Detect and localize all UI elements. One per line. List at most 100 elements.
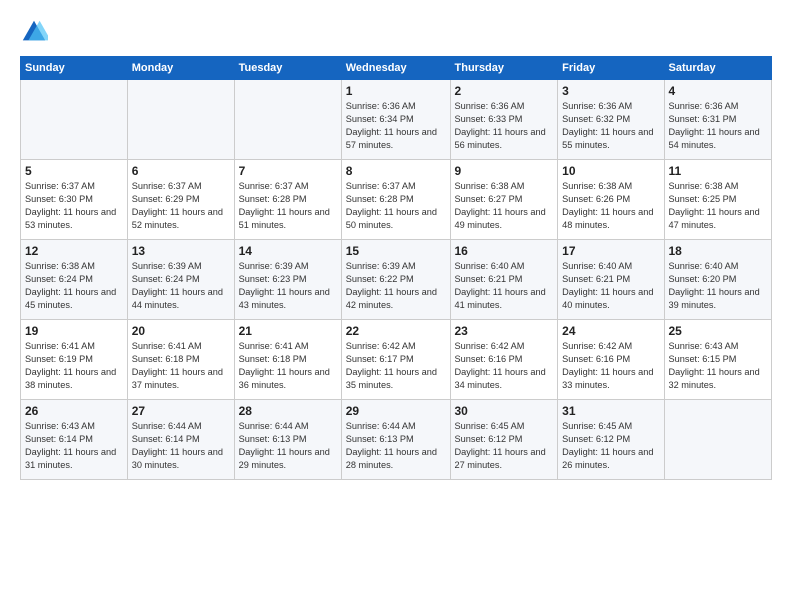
day-number: 19 [25, 324, 123, 338]
calendar-table: SundayMondayTuesdayWednesdayThursdayFrid… [20, 56, 772, 480]
calendar-cell: 29 Sunrise: 6:44 AM Sunset: 6:13 PM Dayl… [341, 400, 450, 480]
day-number: 23 [455, 324, 554, 338]
day-number: 28 [239, 404, 337, 418]
day-number: 27 [132, 404, 230, 418]
day-info: Sunrise: 6:38 AM Sunset: 6:24 PM Dayligh… [25, 260, 123, 312]
weekday-header: Friday [558, 57, 664, 80]
day-info: Sunrise: 6:45 AM Sunset: 6:12 PM Dayligh… [562, 420, 659, 472]
day-info: Sunrise: 6:36 AM Sunset: 6:34 PM Dayligh… [346, 100, 446, 152]
calendar-cell: 15 Sunrise: 6:39 AM Sunset: 6:22 PM Dayl… [341, 240, 450, 320]
calendar-cell: 18 Sunrise: 6:40 AM Sunset: 6:20 PM Dayl… [664, 240, 772, 320]
calendar-cell: 13 Sunrise: 6:39 AM Sunset: 6:24 PM Dayl… [127, 240, 234, 320]
day-number: 17 [562, 244, 659, 258]
day-info: Sunrise: 6:40 AM Sunset: 6:20 PM Dayligh… [669, 260, 768, 312]
calendar-cell: 28 Sunrise: 6:44 AM Sunset: 6:13 PM Dayl… [234, 400, 341, 480]
day-info: Sunrise: 6:38 AM Sunset: 6:25 PM Dayligh… [669, 180, 768, 232]
calendar-cell: 10 Sunrise: 6:38 AM Sunset: 6:26 PM Dayl… [558, 160, 664, 240]
calendar-cell: 31 Sunrise: 6:45 AM Sunset: 6:12 PM Dayl… [558, 400, 664, 480]
day-info: Sunrise: 6:39 AM Sunset: 6:23 PM Dayligh… [239, 260, 337, 312]
weekday-header: Monday [127, 57, 234, 80]
calendar-week-row: 12 Sunrise: 6:38 AM Sunset: 6:24 PM Dayl… [21, 240, 772, 320]
calendar-cell: 11 Sunrise: 6:38 AM Sunset: 6:25 PM Dayl… [664, 160, 772, 240]
calendar-cell: 5 Sunrise: 6:37 AM Sunset: 6:30 PM Dayli… [21, 160, 128, 240]
weekday-header: Thursday [450, 57, 558, 80]
calendar-cell [234, 80, 341, 160]
day-number: 21 [239, 324, 337, 338]
calendar-cell [21, 80, 128, 160]
calendar-cell: 22 Sunrise: 6:42 AM Sunset: 6:17 PM Dayl… [341, 320, 450, 400]
calendar-cell: 21 Sunrise: 6:41 AM Sunset: 6:18 PM Dayl… [234, 320, 341, 400]
day-info: Sunrise: 6:42 AM Sunset: 6:16 PM Dayligh… [455, 340, 554, 392]
calendar-cell: 3 Sunrise: 6:36 AM Sunset: 6:32 PM Dayli… [558, 80, 664, 160]
day-info: Sunrise: 6:40 AM Sunset: 6:21 PM Dayligh… [562, 260, 659, 312]
day-number: 2 [455, 84, 554, 98]
header [20, 18, 772, 46]
day-info: Sunrise: 6:41 AM Sunset: 6:18 PM Dayligh… [239, 340, 337, 392]
calendar-cell [664, 400, 772, 480]
day-info: Sunrise: 6:36 AM Sunset: 6:33 PM Dayligh… [455, 100, 554, 152]
calendar-cell: 12 Sunrise: 6:38 AM Sunset: 6:24 PM Dayl… [21, 240, 128, 320]
day-number: 12 [25, 244, 123, 258]
calendar-cell: 20 Sunrise: 6:41 AM Sunset: 6:18 PM Dayl… [127, 320, 234, 400]
day-number: 6 [132, 164, 230, 178]
day-info: Sunrise: 6:44 AM Sunset: 6:13 PM Dayligh… [239, 420, 337, 472]
day-info: Sunrise: 6:41 AM Sunset: 6:19 PM Dayligh… [25, 340, 123, 392]
day-number: 7 [239, 164, 337, 178]
day-info: Sunrise: 6:41 AM Sunset: 6:18 PM Dayligh… [132, 340, 230, 392]
day-number: 5 [25, 164, 123, 178]
day-number: 29 [346, 404, 446, 418]
day-number: 31 [562, 404, 659, 418]
day-number: 10 [562, 164, 659, 178]
day-number: 15 [346, 244, 446, 258]
calendar-cell: 8 Sunrise: 6:37 AM Sunset: 6:28 PM Dayli… [341, 160, 450, 240]
logo [20, 18, 52, 46]
day-number: 1 [346, 84, 446, 98]
calendar-cell: 9 Sunrise: 6:38 AM Sunset: 6:27 PM Dayli… [450, 160, 558, 240]
calendar-cell: 30 Sunrise: 6:45 AM Sunset: 6:12 PM Dayl… [450, 400, 558, 480]
calendar-week-row: 26 Sunrise: 6:43 AM Sunset: 6:14 PM Dayl… [21, 400, 772, 480]
day-number: 26 [25, 404, 123, 418]
day-number: 3 [562, 84, 659, 98]
day-number: 8 [346, 164, 446, 178]
day-number: 13 [132, 244, 230, 258]
day-info: Sunrise: 6:43 AM Sunset: 6:14 PM Dayligh… [25, 420, 123, 472]
day-info: Sunrise: 6:40 AM Sunset: 6:21 PM Dayligh… [455, 260, 554, 312]
day-info: Sunrise: 6:39 AM Sunset: 6:22 PM Dayligh… [346, 260, 446, 312]
weekday-header-row: SundayMondayTuesdayWednesdayThursdayFrid… [21, 57, 772, 80]
day-number: 24 [562, 324, 659, 338]
day-info: Sunrise: 6:36 AM Sunset: 6:32 PM Dayligh… [562, 100, 659, 152]
day-number: 20 [132, 324, 230, 338]
day-number: 25 [669, 324, 768, 338]
logo-icon [20, 18, 48, 46]
day-info: Sunrise: 6:45 AM Sunset: 6:12 PM Dayligh… [455, 420, 554, 472]
calendar-cell: 27 Sunrise: 6:44 AM Sunset: 6:14 PM Dayl… [127, 400, 234, 480]
calendar-cell: 19 Sunrise: 6:41 AM Sunset: 6:19 PM Dayl… [21, 320, 128, 400]
day-info: Sunrise: 6:44 AM Sunset: 6:13 PM Dayligh… [346, 420, 446, 472]
calendar-cell: 4 Sunrise: 6:36 AM Sunset: 6:31 PM Dayli… [664, 80, 772, 160]
day-info: Sunrise: 6:38 AM Sunset: 6:26 PM Dayligh… [562, 180, 659, 232]
day-info: Sunrise: 6:37 AM Sunset: 6:29 PM Dayligh… [132, 180, 230, 232]
weekday-header: Tuesday [234, 57, 341, 80]
calendar-cell [127, 80, 234, 160]
calendar-cell: 6 Sunrise: 6:37 AM Sunset: 6:29 PM Dayli… [127, 160, 234, 240]
calendar-cell: 24 Sunrise: 6:42 AM Sunset: 6:16 PM Dayl… [558, 320, 664, 400]
calendar-cell: 23 Sunrise: 6:42 AM Sunset: 6:16 PM Dayl… [450, 320, 558, 400]
calendar-cell: 25 Sunrise: 6:43 AM Sunset: 6:15 PM Dayl… [664, 320, 772, 400]
calendar-week-row: 5 Sunrise: 6:37 AM Sunset: 6:30 PM Dayli… [21, 160, 772, 240]
calendar-page: SundayMondayTuesdayWednesdayThursdayFrid… [0, 0, 792, 612]
day-info: Sunrise: 6:42 AM Sunset: 6:17 PM Dayligh… [346, 340, 446, 392]
day-number: 16 [455, 244, 554, 258]
day-info: Sunrise: 6:42 AM Sunset: 6:16 PM Dayligh… [562, 340, 659, 392]
calendar-cell: 17 Sunrise: 6:40 AM Sunset: 6:21 PM Dayl… [558, 240, 664, 320]
calendar-cell: 26 Sunrise: 6:43 AM Sunset: 6:14 PM Dayl… [21, 400, 128, 480]
day-number: 4 [669, 84, 768, 98]
day-info: Sunrise: 6:38 AM Sunset: 6:27 PM Dayligh… [455, 180, 554, 232]
day-number: 11 [669, 164, 768, 178]
calendar-cell: 14 Sunrise: 6:39 AM Sunset: 6:23 PM Dayl… [234, 240, 341, 320]
weekday-header: Saturday [664, 57, 772, 80]
day-info: Sunrise: 6:36 AM Sunset: 6:31 PM Dayligh… [669, 100, 768, 152]
weekday-header: Wednesday [341, 57, 450, 80]
day-info: Sunrise: 6:39 AM Sunset: 6:24 PM Dayligh… [132, 260, 230, 312]
day-number: 9 [455, 164, 554, 178]
weekday-header: Sunday [21, 57, 128, 80]
